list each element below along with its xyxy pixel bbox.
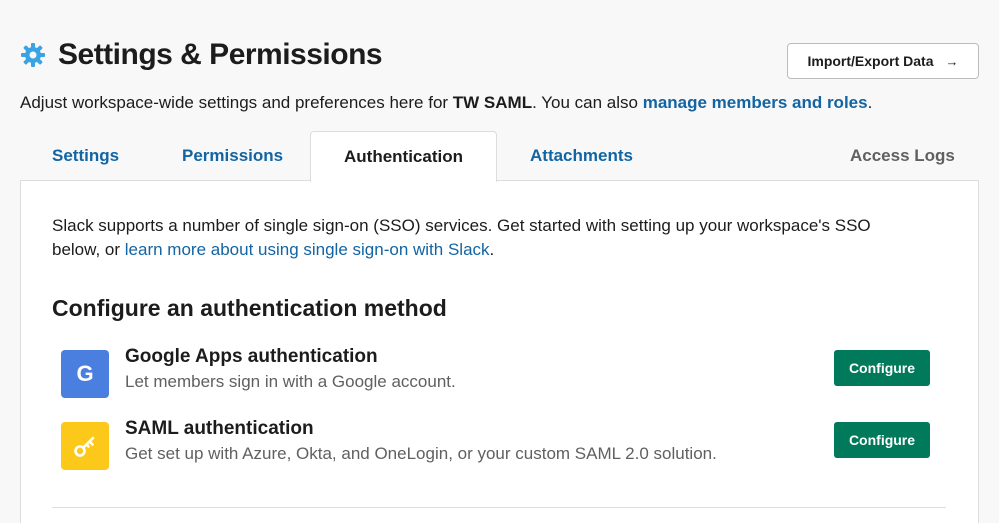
page-header: Settings & Permissions [20, 38, 383, 72]
tab-authentication[interactable]: Authentication [310, 131, 497, 182]
page-subtitle: Adjust workspace-wide settings and prefe… [20, 93, 872, 113]
workspace-name: TW SAML [452, 93, 533, 112]
method-title: Google Apps authentication [125, 346, 378, 367]
google-auth-method: G Google Apps authentication Let members… [61, 346, 931, 398]
subtitle-suffix: . [867, 93, 873, 112]
divider [52, 507, 946, 508]
saml-auth-method: SAML authentication Get set up with Azur… [61, 418, 931, 470]
tab-attachments[interactable]: Attachments [530, 131, 633, 181]
tab-permissions[interactable]: Permissions [182, 131, 283, 181]
authentication-panel: Slack supports a number of single sign-o… [20, 180, 979, 523]
method-description: Get set up with Azure, Okta, and OneLogi… [125, 444, 717, 463]
tab-access-logs[interactable]: Access Logs [850, 131, 955, 181]
manage-members-link[interactable]: manage members and roles [643, 93, 868, 112]
method-description: Let members sign in with a Google accoun… [125, 372, 456, 391]
subtitle-prefix: Adjust workspace-wide settings and prefe… [20, 93, 453, 112]
import-export-label: Import/Export Data [807, 53, 934, 69]
settings-page: Settings & Permissions Import/Export Dat… [0, 0, 999, 523]
intro-suffix: . [489, 240, 495, 259]
page-title: Settings & Permissions [58, 38, 383, 71]
gear-icon [20, 42, 46, 68]
configure-saml-button[interactable]: Configure [834, 422, 930, 458]
settings-tabs: Settings Permissions Authentication Atta… [20, 131, 979, 182]
import-export-button[interactable]: Import/Export Data → [787, 43, 979, 79]
section-title: Configure an authentication method [52, 295, 447, 321]
sso-intro: Slack supports a number of single sign-o… [52, 214, 922, 262]
subtitle-middle: . You can also [532, 93, 643, 112]
learn-more-sso-link[interactable]: learn more about using single sign-on wi… [125, 240, 490, 259]
configure-google-button[interactable]: Configure [834, 350, 930, 386]
key-icon [61, 422, 109, 470]
google-icon: G [61, 350, 109, 398]
tab-settings[interactable]: Settings [52, 131, 119, 181]
arrow-right-icon: → [945, 53, 959, 69]
method-title: SAML authentication [125, 418, 314, 439]
